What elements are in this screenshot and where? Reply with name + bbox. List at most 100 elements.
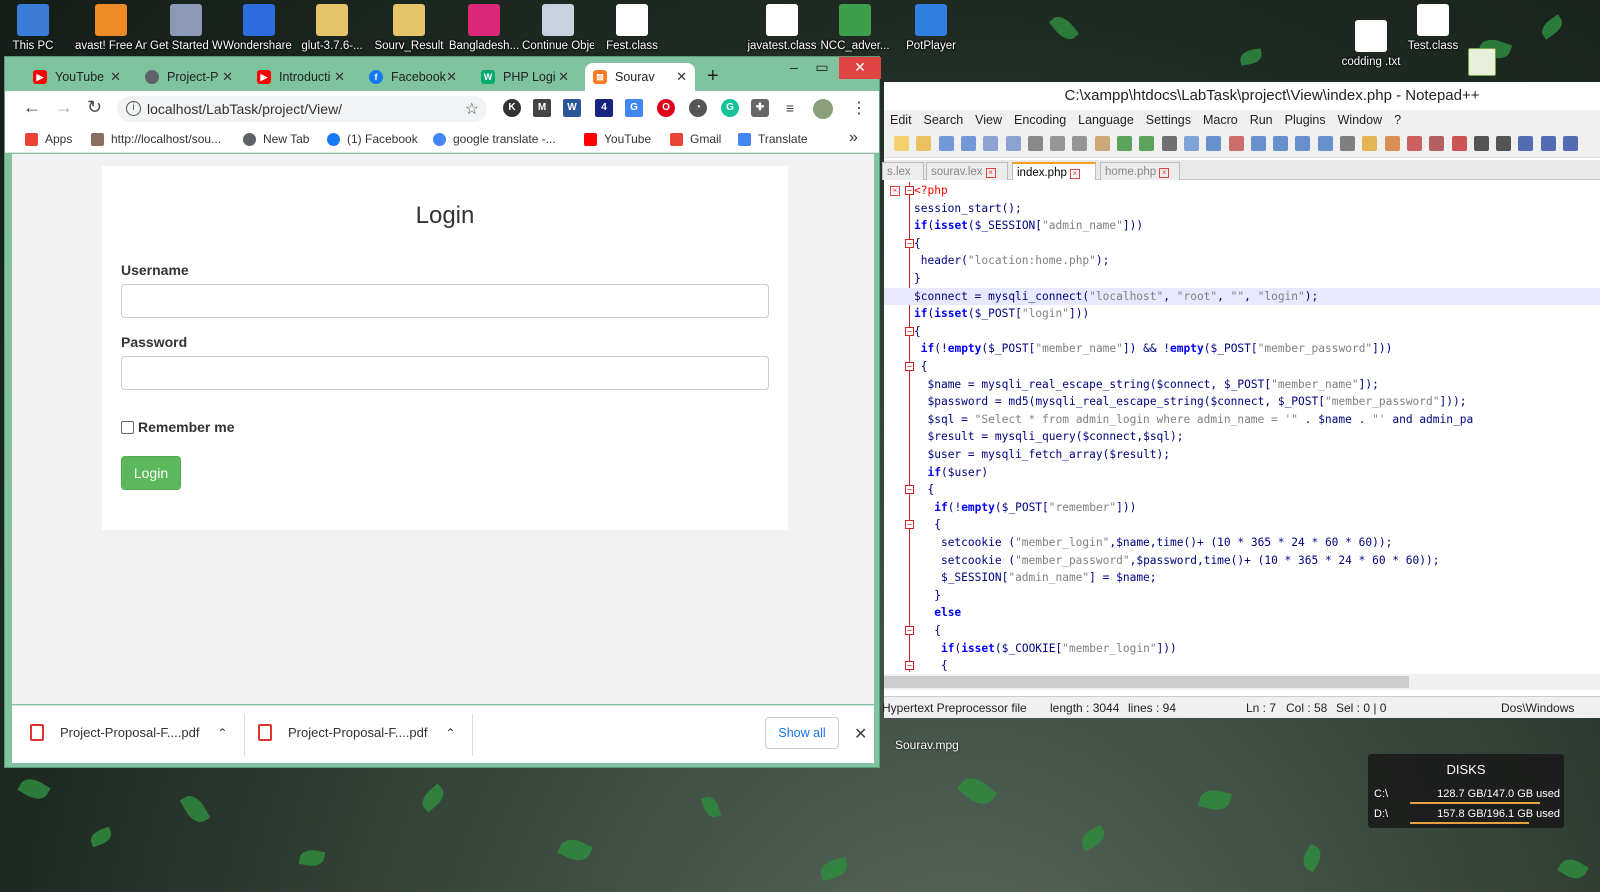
maximize-button[interactable]: ▭ [807, 57, 837, 79]
fold-toggle-icon[interactable]: − [905, 626, 914, 635]
menu-view[interactable]: View [969, 110, 1008, 130]
menu-macro[interactable]: Macro [1197, 110, 1244, 130]
star-icon[interactable]: ☆ [465, 99, 479, 119]
menu-edit[interactable]: Edit [884, 110, 918, 130]
reload-icon[interactable]: ↻ [87, 97, 102, 118]
code-line[interactable]: if(!empty($_POST["remember"])) [884, 499, 1600, 517]
code-line[interactable]: if(isset($_COOKIE["member_login"])) [884, 640, 1600, 658]
save-all-icon[interactable] [960, 136, 976, 151]
udl-icon[interactable] [1362, 136, 1378, 151]
tab-s-lex[interactable]: s.lex× [882, 162, 924, 196]
code-line[interactable]: $password = md5(mysqli_real_escape_strin… [884, 393, 1600, 411]
show-all-button[interactable]: Show all [765, 717, 839, 749]
bookmark-new-tab[interactable]: New Tab [243, 132, 309, 146]
extension-m-icon[interactable]: M [533, 99, 551, 117]
code-line[interactable]: − { [884, 516, 1600, 534]
code-line[interactable]: if(isset($_POST["login"])) [884, 305, 1600, 323]
extension-word-icon[interactable]: W [563, 99, 581, 117]
desktop-icon-potplayer[interactable]: PotPlayer [895, 4, 967, 53]
close-all-icon[interactable] [1005, 136, 1021, 151]
bookmarks-overflow-button[interactable]: » [849, 129, 858, 147]
tab-introduction[interactable]: ▶ Introducti ✕ [249, 63, 353, 91]
fold-toggle-icon[interactable]: − [905, 186, 914, 195]
close-tab-icon[interactable]: × [1159, 168, 1170, 178]
stop-macro-icon[interactable] [1496, 136, 1512, 151]
close-tab-icon[interactable]: ✕ [446, 69, 457, 85]
tab-project[interactable]: Project-P ✕ [137, 63, 241, 91]
fold-toggle-icon[interactable]: − [905, 485, 914, 495]
doc-map-icon[interactable] [1384, 136, 1400, 151]
notepad-shortcut-icon[interactable] [1468, 48, 1496, 76]
bookmark-apps[interactable]: Apps [25, 132, 72, 146]
redo-icon[interactable] [1139, 136, 1155, 151]
back-icon[interactable]: ← [23, 97, 41, 118]
code-line[interactable]: if(isset($_SESSION["admin_name"])) [884, 217, 1600, 235]
sync-v-icon[interactable] [1250, 136, 1266, 151]
extension-translate-icon[interactable]: G [625, 99, 643, 117]
record-macro-icon[interactable] [1473, 136, 1489, 151]
folder-workspace-icon[interactable] [1429, 136, 1445, 151]
forward-icon[interactable]: → [55, 97, 73, 118]
close-tab-icon[interactable]: ✕ [558, 69, 569, 85]
code-line[interactable]: if(!empty($_POST["member_name"]) && !emp… [884, 340, 1600, 358]
code-line[interactable]: − { [884, 657, 1600, 672]
new-icon[interactable] [894, 136, 909, 151]
sync-h-icon[interactable] [1273, 136, 1289, 151]
checkbox-box[interactable] [121, 420, 134, 434]
desktop-icon-fest-class[interactable]: Fest.class [596, 4, 668, 53]
zoom-out-icon[interactable] [1228, 136, 1244, 151]
address-bar[interactable]: i localhost/LabTask/project/View/ ☆ [117, 96, 487, 122]
menu-plugins[interactable]: Plugins [1279, 110, 1332, 130]
function-list-icon[interactable] [1406, 136, 1422, 151]
code-line[interactable]: $connect = mysqli_connect("localhost", "… [884, 287, 1600, 306]
bookmark-facebook[interactable]: (1) Facebook [327, 132, 418, 146]
menu-language[interactable]: Language [1072, 110, 1140, 130]
fold-toggle-icon[interactable]: − [905, 238, 914, 248]
close-tab-icon[interactable]: ✕ [110, 69, 121, 85]
scrollbar-thumb[interactable] [884, 676, 1409, 688]
minimize-button[interactable]: – [779, 57, 809, 79]
desktop-icon-test-class[interactable]: Test.class [1397, 4, 1469, 53]
indent-guide-icon[interactable] [1340, 136, 1355, 151]
code-line[interactable]: $user = mysqli_fetch_array($result); [884, 446, 1600, 464]
media-queue-icon[interactable]: ≡ [781, 99, 799, 117]
download-item[interactable]: Project-Proposal-F....pdf ⌃ [30, 724, 228, 741]
desktop-icon-filmora[interactable]: Wondershare Filmora [223, 4, 295, 53]
code-line[interactable]: − { [884, 358, 1600, 376]
grammarly-icon[interactable]: G [721, 99, 739, 117]
paste-icon[interactable] [1094, 136, 1110, 151]
copy-icon[interactable] [1072, 136, 1088, 151]
desktop-icon-avast[interactable]: avast! Free Antivirus [75, 4, 147, 53]
extension-badge-icon[interactable]: 4 [595, 99, 613, 117]
chevron-up-icon[interactable]: ⌃ [217, 726, 227, 740]
tab-index-php[interactable]: index.php × [1012, 162, 1096, 180]
code-line[interactable]: if($user) [884, 464, 1600, 482]
find-icon[interactable] [1161, 136, 1177, 151]
show-all-icon[interactable] [1317, 136, 1333, 151]
desktop-icon-sourav-mpg[interactable]: Sourav.mpg [895, 738, 959, 752]
profile-avatar[interactable] [813, 99, 833, 119]
close-tab-icon[interactable]: × [1069, 169, 1080, 179]
code-line[interactable]: setcookie ("member_password",$password,t… [884, 552, 1600, 570]
code-line[interactable]: header("location:home.php"); [884, 252, 1600, 270]
code-line[interactable]: −{ [884, 235, 1600, 253]
tab-youtube[interactable]: ▶ YouTube ✕ [25, 63, 129, 91]
wrap-icon[interactable] [1295, 136, 1311, 151]
bookmark-youtube[interactable]: YouTube [584, 132, 651, 146]
menu-encoding[interactable]: Encoding [1008, 110, 1072, 130]
tab-php-login[interactable]: W PHP Logi ✕ [473, 63, 577, 91]
close-icon[interactable] [983, 136, 999, 151]
speed-icon[interactable]: ◔ [689, 99, 707, 117]
fold-toggle-icon[interactable]: − [905, 326, 914, 336]
monitor-icon[interactable] [1451, 136, 1467, 151]
close-downloads-icon[interactable]: ✕ [854, 724, 867, 744]
menu-run[interactable]: Run [1244, 110, 1279, 130]
chevron-up-icon[interactable]: ⌃ [445, 726, 455, 740]
zoom-in-icon[interactable] [1206, 136, 1222, 151]
desktop-icon-javatest-class[interactable]: javatest.class [746, 4, 818, 53]
tab-sourav-lex[interactable]: sourav.lex × [926, 162, 1008, 180]
code-line[interactable]: $sql = "Select * from admin_login where … [884, 411, 1600, 429]
close-tab-icon[interactable]: ✕ [676, 69, 687, 85]
code-line[interactable]: −{ [884, 323, 1600, 341]
bookmark-localhost[interactable]: http://localhost/sou... [91, 132, 221, 146]
